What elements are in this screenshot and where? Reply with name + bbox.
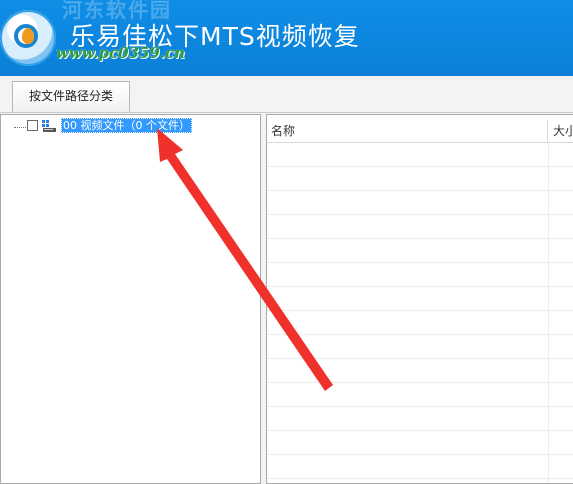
tree-node-video-files[interactable]: 00 视频文件（0 个文件）	[61, 118, 192, 133]
empty-list-row	[267, 335, 573, 359]
empty-list-row	[267, 263, 573, 287]
column-separator	[548, 479, 549, 483]
column-separator	[548, 311, 549, 335]
column-separator	[548, 335, 549, 359]
empty-list-row	[267, 383, 573, 407]
column-separator	[548, 431, 549, 455]
tab-by-file-path[interactable]: 按文件路径分类	[12, 81, 130, 112]
empty-list-row	[267, 215, 573, 239]
app-logo-icon	[0, 10, 56, 66]
column-separator	[548, 263, 549, 287]
column-separator	[548, 359, 549, 383]
title-bar: 河东软件园 乐易佳松下MTS视频恢复 www.pc0359.cn	[0, 0, 573, 76]
tab-strip: 按文件路径分类	[0, 76, 573, 113]
watermark-url: www.pc0359.cn	[56, 44, 186, 62]
column-header-name[interactable]: 名称	[267, 120, 548, 142]
column-separator	[548, 407, 549, 431]
empty-list-row	[267, 311, 573, 335]
column-header-size[interactable]: 大小	[549, 120, 573, 142]
empty-list-row	[267, 359, 573, 383]
empty-list-row	[267, 479, 573, 483]
logo-drop-icon	[22, 28, 34, 44]
empty-list-row	[267, 143, 573, 167]
column-separator	[548, 455, 549, 479]
tree-connector-line	[14, 127, 26, 128]
column-separator	[548, 239, 549, 263]
empty-list-row	[267, 287, 573, 311]
empty-list-row	[267, 455, 573, 479]
column-separator	[548, 191, 549, 215]
folder-tree[interactable]: 00 视频文件（0 个文件）	[0, 114, 261, 484]
column-separator	[548, 383, 549, 407]
drive-icon	[42, 120, 56, 132]
column-separator	[548, 287, 549, 311]
column-separator	[548, 167, 549, 191]
empty-list-row	[267, 191, 573, 215]
list-body	[267, 143, 573, 483]
list-header: 名称 大小	[267, 120, 573, 143]
file-list[interactable]: 名称 大小	[266, 114, 573, 484]
empty-list-row	[267, 407, 573, 431]
empty-list-row	[267, 239, 573, 263]
empty-list-row	[267, 167, 573, 191]
tree-node-checkbox[interactable]	[27, 120, 38, 131]
column-separator	[548, 143, 549, 167]
column-separator	[548, 215, 549, 239]
empty-list-row	[267, 431, 573, 455]
